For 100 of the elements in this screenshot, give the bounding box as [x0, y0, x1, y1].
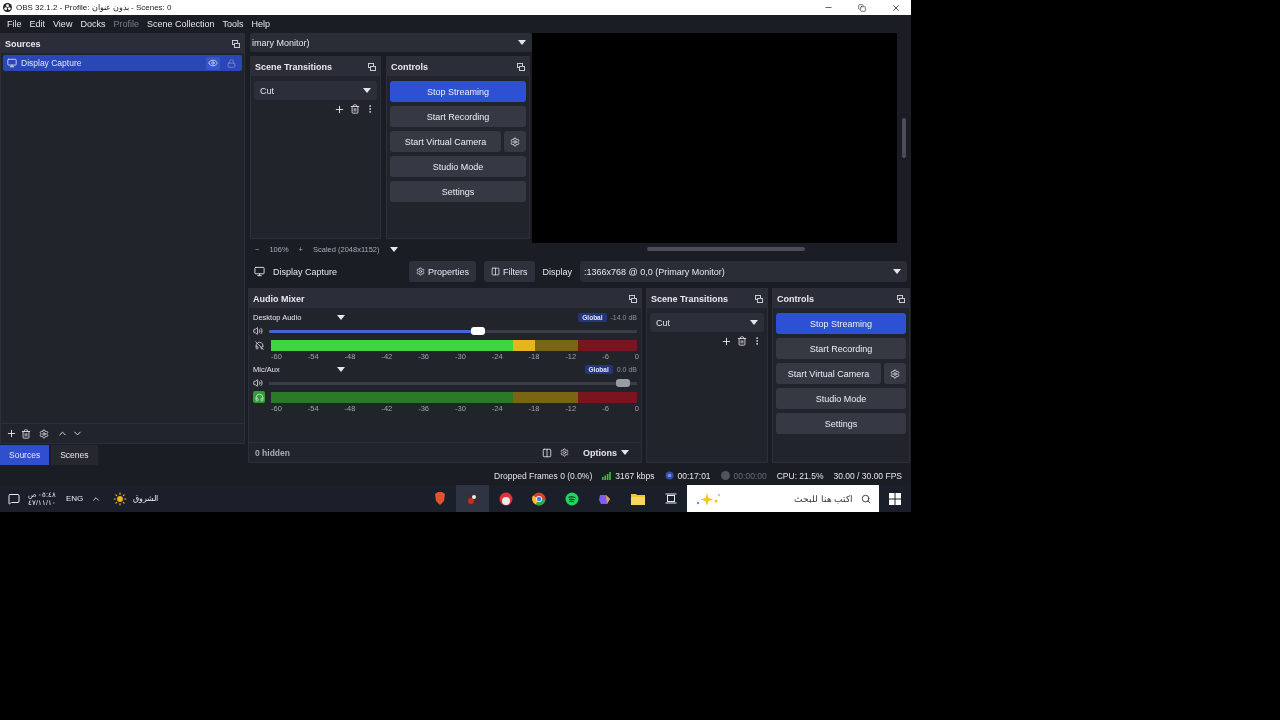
- caret-icon: [621, 450, 629, 455]
- restore-icon[interactable]: [858, 3, 866, 12]
- fps: 30.00 / 30.00 FPS: [833, 470, 902, 481]
- float-dock-icon[interactable]: [517, 62, 525, 71]
- app-icon[interactable]: [498, 491, 513, 506]
- notification-icon[interactable]: [8, 492, 20, 505]
- windows-logo-icon[interactable]: [889, 492, 901, 505]
- menu-item[interactable]: File: [3, 19, 26, 29]
- settings-icon[interactable]: [560, 448, 569, 457]
- float-dock-icon[interactable]: [755, 294, 763, 303]
- caret-icon: [750, 320, 758, 325]
- task-view-icon[interactable]: [664, 493, 677, 504]
- dropped-frames: Dropped Frames 0 (0.0%): [494, 470, 593, 481]
- control-button[interactable]: Studio Mode: [776, 388, 906, 409]
- slider-thumb[interactable]: [470, 327, 485, 335]
- control-button[interactable]: Start Virtual Camera: [390, 131, 501, 152]
- options-button[interactable]: Options: [577, 446, 635, 459]
- headphones-icon: [254, 392, 264, 402]
- float-dock-icon[interactable]: [897, 294, 905, 303]
- settings-button[interactable]: [884, 363, 906, 384]
- search-field[interactable]: اكتب هنا للبحث: [765, 492, 855, 505]
- dock-tab[interactable]: Sources: [0, 445, 50, 465]
- streaming-dot-icon: [664, 471, 674, 480]
- gear-icon: [510, 136, 520, 147]
- taskbar-app[interactable]: [456, 485, 489, 512]
- menu-item[interactable]: Edit: [25, 19, 50, 29]
- display-dropdown[interactable]: imary Monitor): [250, 33, 532, 52]
- scrollbar-thumb[interactable]: [647, 247, 805, 251]
- app-logo-icon: [3, 3, 12, 12]
- monitoring-toggle[interactable]: [253, 391, 265, 403]
- close-icon[interactable]: [891, 2, 901, 13]
- dock-title: Controls: [777, 293, 814, 304]
- cpu-usage: CPU: 21.5%: [776, 470, 824, 481]
- menu-item[interactable]: Docks: [76, 19, 110, 29]
- display-label: Display: [542, 266, 573, 277]
- delete-icon[interactable]: [21, 428, 31, 439]
- gear-icon: [890, 368, 900, 379]
- add-icon[interactable]: [721, 336, 732, 347]
- caret-icon[interactable]: [337, 314, 345, 320]
- monitor-icon: [254, 266, 265, 277]
- add-icon[interactable]: [334, 104, 345, 115]
- caret-icon: [518, 40, 526, 45]
- menu-item[interactable]: Scene Collection: [142, 19, 219, 29]
- filters-button[interactable]: Filters: [484, 261, 535, 282]
- lock-icon: [226, 58, 236, 68]
- headphones-off-icon: [254, 340, 264, 350]
- control-button[interactable]: Start Recording: [776, 338, 906, 359]
- sun-icon[interactable]: [113, 491, 128, 506]
- dock-title: Audio Mixer: [253, 293, 305, 304]
- folder-icon[interactable]: [630, 492, 645, 505]
- caret-icon[interactable]: [337, 366, 345, 372]
- dock-tab[interactable]: Scenes: [51, 445, 98, 465]
- slider-thumb[interactable]: [615, 379, 630, 387]
- source-name: Display Capture: [273, 266, 338, 277]
- control-button[interactable]: Settings: [390, 181, 526, 202]
- music-app-icon[interactable]: [564, 491, 579, 506]
- control-button[interactable]: Studio Mode: [390, 156, 526, 177]
- float-dock-icon[interactable]: [368, 62, 376, 71]
- control-button[interactable]: Settings: [776, 413, 906, 434]
- monitoring-toggle[interactable]: [253, 339, 265, 351]
- speaker-icon[interactable]: [253, 378, 263, 388]
- control-button[interactable]: Start Recording: [390, 106, 526, 127]
- float-dock-icon[interactable]: [232, 39, 240, 48]
- gear-icon: [416, 267, 426, 276]
- control-button[interactable]: Stop Streaming: [776, 313, 906, 334]
- language-indicator[interactable]: ENG: [65, 494, 84, 503]
- caret-icon[interactable]: [389, 246, 398, 252]
- scrollbar-thumb[interactable]: [902, 118, 906, 158]
- add-icon[interactable]: [6, 428, 17, 439]
- delete-icon[interactable]: [737, 336, 747, 346]
- source-item[interactable]: Display Capture: [3, 55, 242, 71]
- window-title: OBS 32.1.2 - Profile: بدون عنوان - Scenes: 0: [16, 3, 173, 12]
- visibility-toggle[interactable]: [206, 56, 220, 70]
- settings-button[interactable]: [504, 131, 526, 152]
- menu-item[interactable]: View: [49, 19, 77, 29]
- record-time: 00:00:00: [733, 470, 767, 481]
- float-dock-icon[interactable]: [629, 294, 637, 303]
- weather-text[interactable]: الشروق: [133, 494, 159, 503]
- delete-icon[interactable]: [350, 104, 360, 114]
- menu-item[interactable]: Help: [247, 19, 274, 29]
- record-dot-icon: [720, 471, 730, 480]
- transition-dropdown[interactable]: Cut: [650, 313, 764, 332]
- shield-icon[interactable]: [433, 492, 446, 505]
- display-dropdown[interactable]: :1366x768 @ 0,0 (Primary Monitor): [580, 261, 907, 282]
- signal-bars-icon: [602, 471, 612, 480]
- dock-title: Sources: [5, 38, 41, 49]
- control-button[interactable]: Start Virtual Camera: [776, 363, 881, 384]
- settings-icon[interactable]: [39, 428, 49, 439]
- lock-toggle[interactable]: [224, 56, 238, 70]
- browser-icon[interactable]: [531, 491, 546, 506]
- speaker-icon[interactable]: [253, 326, 263, 336]
- caret-icon: [893, 269, 901, 274]
- app-icon: [465, 491, 480, 506]
- layout-icon[interactable]: [542, 447, 552, 458]
- menu-item[interactable]: Tools: [218, 19, 248, 29]
- transition-dropdown[interactable]: Cut: [254, 81, 377, 100]
- dock-title: Scene Transitions: [255, 61, 333, 72]
- properties-button[interactable]: Properties: [409, 261, 477, 282]
- control-button[interactable]: Stop Streaming: [390, 81, 526, 102]
- caret-icon: [363, 88, 371, 93]
